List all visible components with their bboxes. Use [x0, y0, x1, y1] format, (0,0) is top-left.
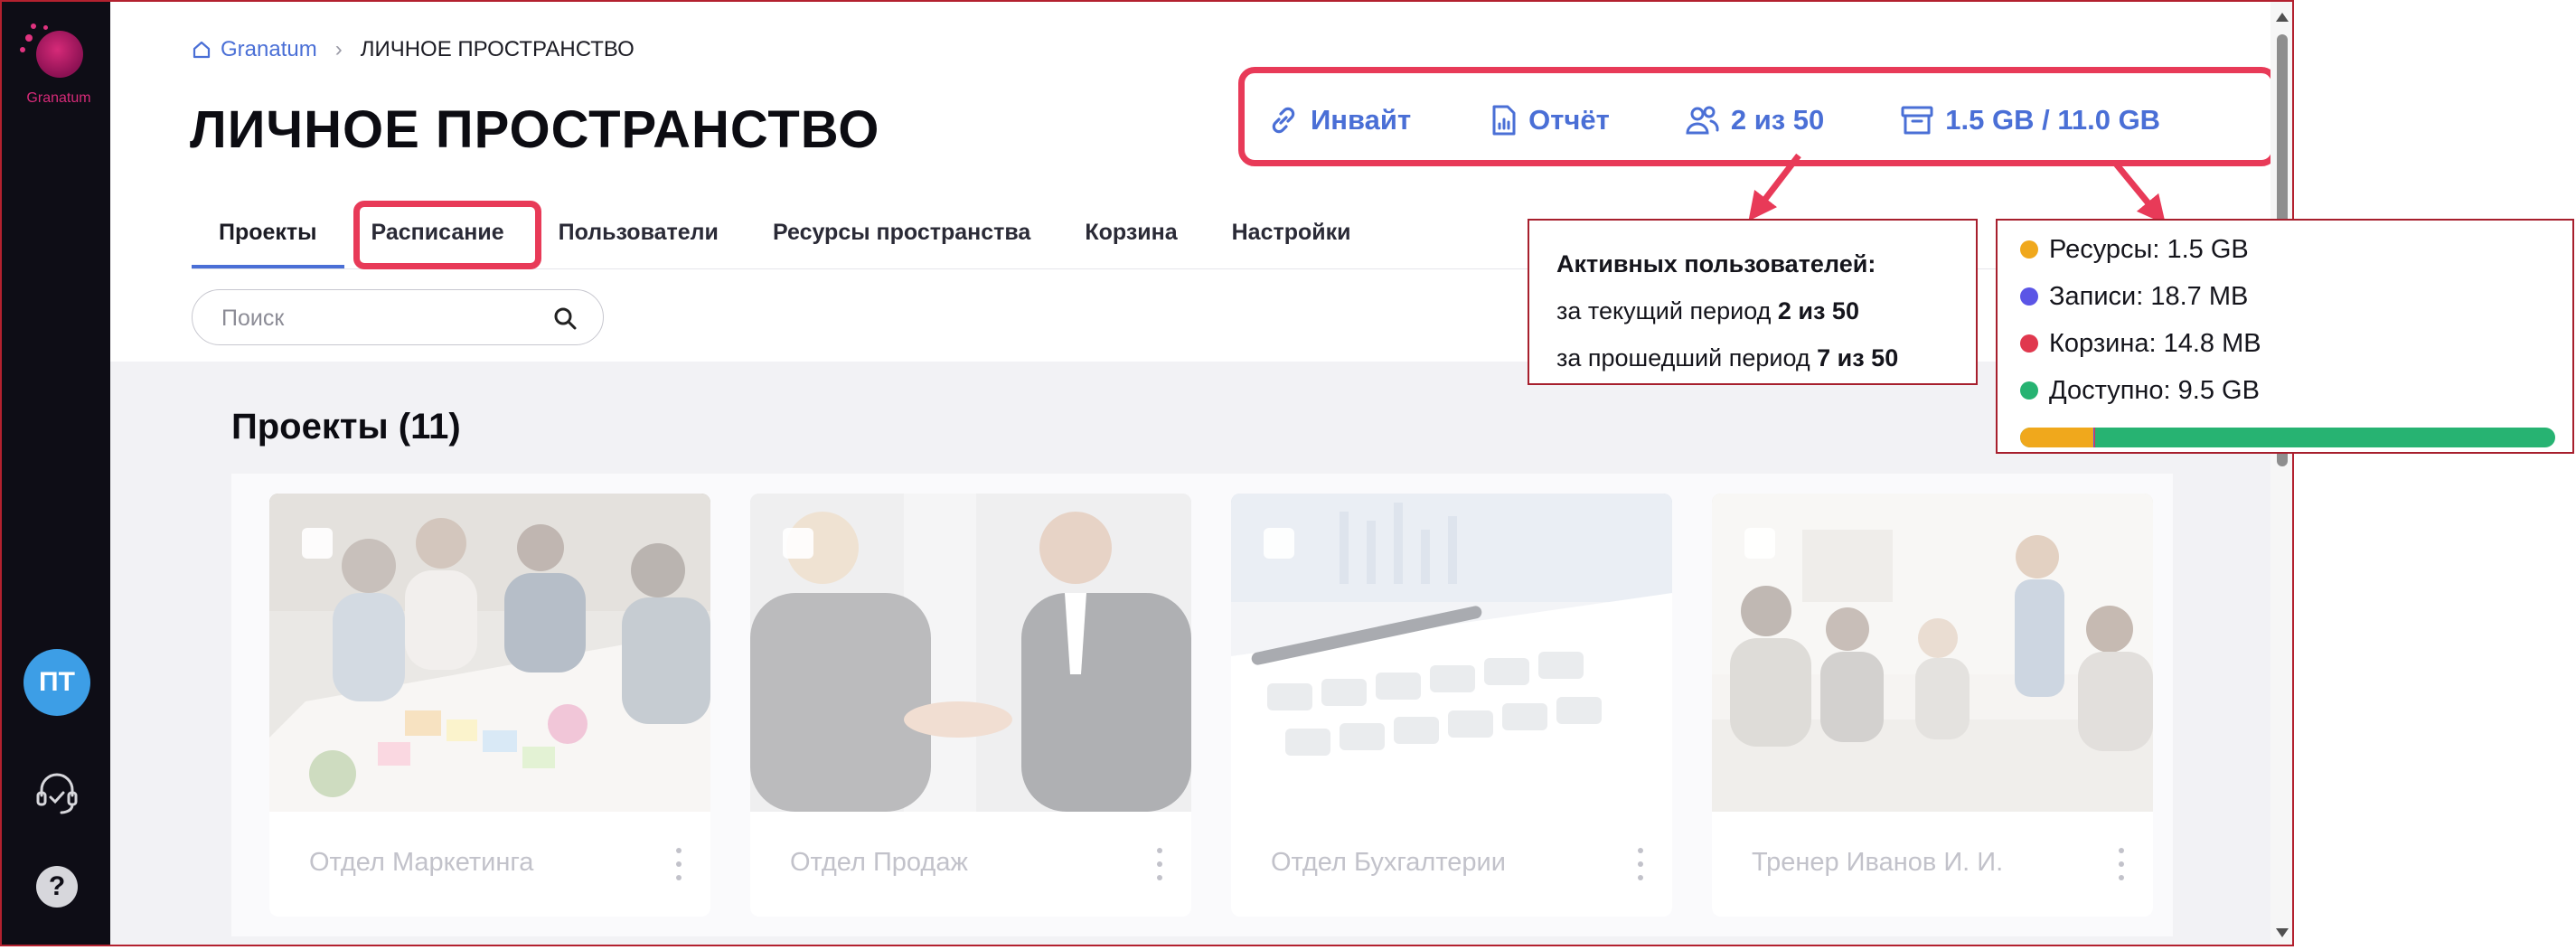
app-window: Granatum ПТ ? Granatum › ЛИЧНОЕ ПРОСТРАН…: [0, 0, 2294, 946]
team-meeting-photo: [269, 494, 710, 812]
storage-legend-label: Ресурсы: 1.5 GB: [2049, 235, 2249, 264]
storage-usage-bar: [2020, 428, 2555, 447]
search-box: [192, 289, 604, 345]
active-users-callout: Активных пользователей: за текущий перио…: [1528, 219, 1978, 385]
breadcrumb-home-label: Granatum: [221, 37, 317, 61]
vertical-scrollbar[interactable]: [2270, 2, 2292, 945]
handshake-photo: [750, 494, 1191, 812]
breadcrumb: Granatum › ЛИЧНОЕ ПРОСТРАНСТВО: [192, 34, 635, 65]
resources-dot-icon: [2020, 240, 2038, 259]
tab-users[interactable]: Пользователи: [531, 205, 746, 268]
user-avatar[interactable]: ПТ: [24, 649, 90, 716]
stats-bar: Инвайт Отчёт 2 из 50 1.5 GB / 11.0 GB: [1267, 97, 2160, 144]
invite-label: Инвайт: [1311, 104, 1412, 136]
search-icon[interactable]: [552, 306, 578, 331]
logo-text: Granatum: [26, 90, 91, 106]
more-vertical-icon[interactable]: [674, 848, 683, 880]
card-checkbox[interactable]: [783, 528, 813, 559]
tab-projects[interactable]: Проекты: [192, 205, 344, 268]
tab-trash[interactable]: Корзина: [1058, 205, 1204, 268]
breadcrumb-current: ЛИЧНОЕ ПРОСТРАНСТВО: [360, 37, 635, 61]
card-title: Отдел Маркетинга: [309, 848, 534, 877]
storage-button[interactable]: 1.5 GB / 11.0 GB: [1900, 104, 2160, 136]
storage-legend-available: Доступно: 9.5 GB: [2020, 367, 2572, 414]
breadcrumb-separator: ›: [334, 37, 343, 61]
archive-icon: [1901, 106, 1933, 135]
more-vertical-icon[interactable]: [1155, 848, 1164, 880]
invite-button[interactable]: Инвайт: [1267, 104, 1411, 136]
headset-icon[interactable]: [33, 768, 81, 817]
project-card[interactable]: Отдел Продаж: [750, 494, 1191, 917]
storage-callout: Ресурсы: 1.5 GB Записи: 18.7 MB Корзина:…: [1996, 219, 2574, 454]
storage-bar-trash: [2093, 428, 2095, 447]
search-input[interactable]: [220, 301, 522, 335]
project-card[interactable]: Тренер Иванов И. И.: [1712, 494, 2153, 917]
scroll-up-arrow-icon[interactable]: [2276, 13, 2289, 22]
breadcrumb-home[interactable]: Granatum: [192, 37, 317, 62]
card-title: Тренер Иванов И. И.: [1752, 848, 2004, 877]
project-card[interactable]: Отдел Маркетинга: [269, 494, 710, 917]
active-users-current: за текущий период 2 из 50: [1556, 297, 1859, 325]
card-title: Отдел Продаж: [790, 848, 968, 877]
storage-legend-resources: Ресурсы: 1.5 GB: [2020, 226, 2572, 273]
card-checkbox[interactable]: [1744, 528, 1775, 559]
more-vertical-icon[interactable]: [1636, 848, 1645, 880]
card-checkbox[interactable]: [302, 528, 333, 559]
storage-bar-resources: [2020, 428, 2093, 447]
card-title: Отдел Бухгалтерии: [1271, 848, 1506, 877]
storage-legend-label: Доступно: 9.5 GB: [2049, 376, 2260, 405]
storage-label: 1.5 GB / 11.0 GB: [1945, 104, 2161, 136]
project-card[interactable]: Отдел Бухгалтерии: [1231, 494, 1672, 917]
storage-legend-records: Записи: 18.7 MB: [2020, 273, 2572, 320]
home-icon: [193, 41, 211, 59]
presentation-photo: [1712, 494, 2153, 812]
schedule-tab-highlight-box: [353, 201, 541, 269]
records-dot-icon: [2020, 287, 2038, 306]
tab-space-resources[interactable]: Ресурсы пространства: [746, 205, 1058, 268]
available-dot-icon: [2020, 381, 2038, 400]
trash-dot-icon: [2020, 334, 2038, 353]
link-icon: [1272, 107, 1295, 134]
page-title: ЛИЧНОЕ ПРОСТРАНСТВО: [190, 100, 880, 159]
storage-legend-label: Записи: 18.7 MB: [2049, 282, 2249, 311]
active-users-past: за прошедший период 7 из 50: [1556, 344, 1899, 372]
users-count-button[interactable]: 2 из 50: [1684, 104, 1824, 136]
more-vertical-icon[interactable]: [2117, 848, 2126, 880]
scroll-down-arrow-icon[interactable]: [2276, 928, 2289, 937]
storage-legend-label: Корзина: 14.8 MB: [2049, 329, 2261, 358]
report-label: Отчёт: [1528, 104, 1610, 136]
sidebar: Granatum ПТ ?: [2, 2, 110, 945]
storage-legend-trash: Корзина: 14.8 MB: [2020, 320, 2572, 367]
users-icon: [1686, 106, 1719, 135]
report-button[interactable]: Отчёт: [1490, 104, 1610, 136]
users-count-label: 2 из 50: [1730, 104, 1825, 136]
granatum-logo[interactable]: Granatum: [18, 22, 91, 112]
calculator-photo: [1231, 494, 1672, 812]
report-icon: [1492, 105, 1516, 136]
projects-title: Проекты (11): [231, 407, 461, 447]
tab-settings[interactable]: Настройки: [1205, 205, 1378, 268]
active-users-heading: Активных пользователей:: [1556, 250, 1876, 277]
help-icon[interactable]: ?: [36, 866, 78, 908]
card-checkbox[interactable]: [1264, 528, 1294, 559]
